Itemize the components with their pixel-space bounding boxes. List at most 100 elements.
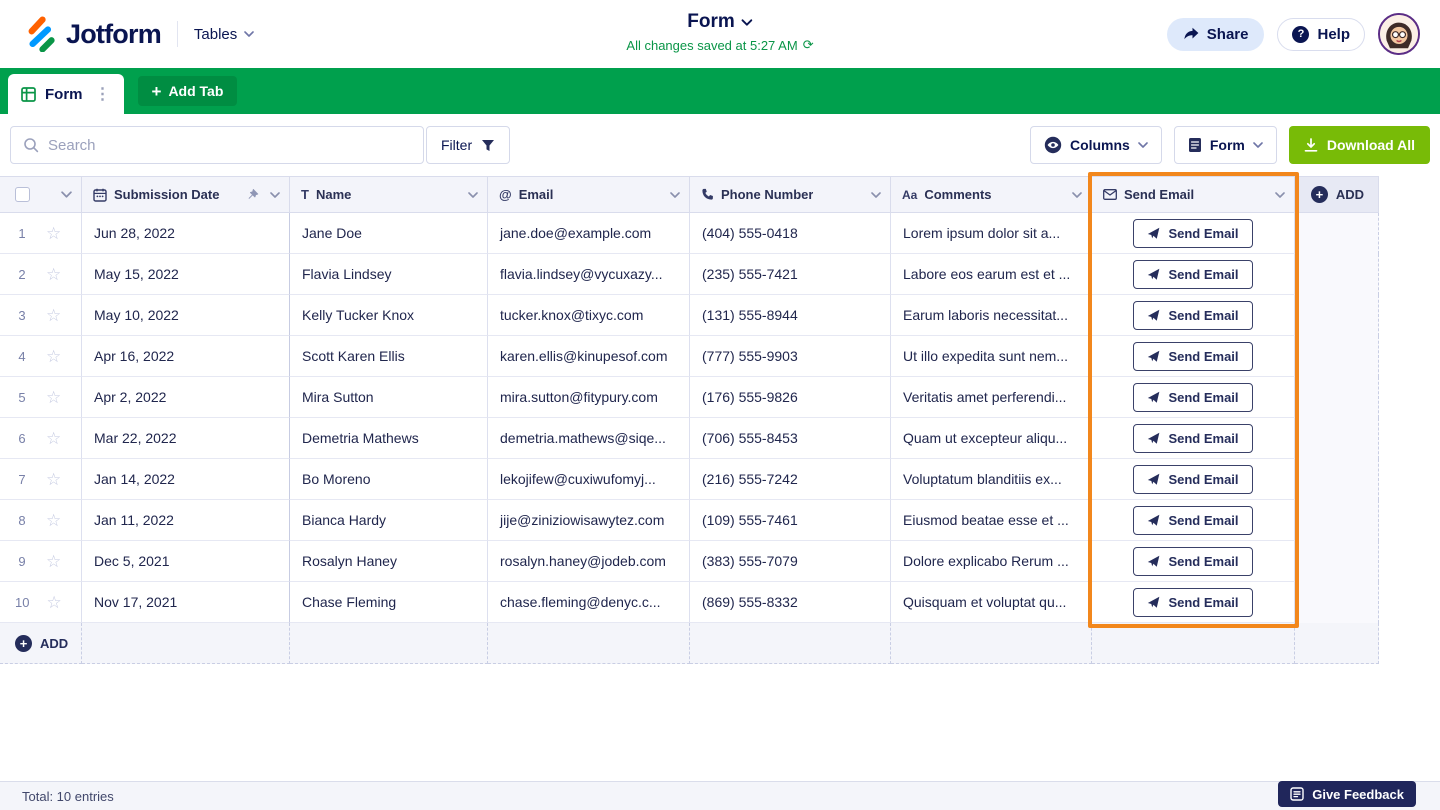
cell-submission-date[interactable]: Jun 28, 2022 <box>82 213 290 254</box>
document-title-dropdown[interactable]: Form <box>626 11 813 33</box>
cell-email[interactable]: jije@ziniziowisawytez.com <box>488 500 690 541</box>
cell-name[interactable]: Mira Sutton <box>290 377 488 418</box>
cell-phone[interactable]: (216) 555-7242 <box>690 459 891 500</box>
send-email-button[interactable]: Send Email <box>1133 219 1252 248</box>
cell-comments[interactable]: Quam ut excepteur aliqu... <box>891 418 1092 459</box>
send-email-button[interactable]: Send Email <box>1133 424 1252 453</box>
form-view-button[interactable]: Form <box>1174 126 1277 164</box>
cell-phone[interactable]: (109) 555-7461 <box>690 500 891 541</box>
search-box[interactable] <box>10 126 424 164</box>
cell-submission-date[interactable]: Dec 5, 2021 <box>82 541 290 582</box>
filter-button[interactable]: Filter <box>426 126 510 164</box>
cell-email[interactable]: lekojifew@cuxiwufomyj... <box>488 459 690 500</box>
send-email-button[interactable]: Send Email <box>1133 465 1252 494</box>
star-icon[interactable]: ☆ <box>46 389 61 406</box>
cell-phone[interactable]: (777) 555-9903 <box>690 336 891 377</box>
jotform-logo[interactable]: Jotform <box>20 16 161 52</box>
column-header-phone-number[interactable]: Phone Number <box>690 176 891 213</box>
star-icon[interactable]: ☆ <box>46 266 61 283</box>
star-icon[interactable]: ☆ <box>46 553 61 570</box>
cell-comments[interactable]: Ut illo expedita sunt nem... <box>891 336 1092 377</box>
star-icon[interactable]: ☆ <box>46 594 61 611</box>
cell-submission-date[interactable]: May 10, 2022 <box>82 295 290 336</box>
star-icon[interactable]: ☆ <box>46 512 61 529</box>
select-all-checkbox[interactable] <box>15 187 30 202</box>
columns-button[interactable]: Columns <box>1030 126 1162 164</box>
cell-phone[interactable]: (869) 555-8332 <box>690 582 891 623</box>
cell-email[interactable]: mira.sutton@fitypury.com <box>488 377 690 418</box>
cell-email[interactable]: flavia.lindsey@vycuxazy... <box>488 254 690 295</box>
cell-email[interactable]: jane.doe@example.com <box>488 213 690 254</box>
star-icon[interactable]: ☆ <box>46 430 61 447</box>
cell-comments[interactable]: Veritatis amet perferendi... <box>891 377 1092 418</box>
star-icon[interactable]: ☆ <box>46 225 61 242</box>
cell-name[interactable]: Bo Moreno <box>290 459 488 500</box>
cell-name[interactable]: Jane Doe <box>290 213 488 254</box>
chevron-down-icon[interactable] <box>670 192 680 198</box>
add-row-gutter[interactable]: + ADD <box>0 623 82 664</box>
chevron-down-icon[interactable] <box>61 191 72 198</box>
cell-submission-date[interactable]: Jan 14, 2022 <box>82 459 290 500</box>
share-button[interactable]: Share <box>1167 18 1265 51</box>
cell-email[interactable]: chase.fleming@denyc.c... <box>488 582 690 623</box>
cell-comments[interactable]: Labore eos earum est et ... <box>891 254 1092 295</box>
star-icon[interactable]: ☆ <box>46 348 61 365</box>
download-all-button[interactable]: Download All <box>1289 126 1430 164</box>
column-header-email[interactable]: @ Email <box>488 176 690 213</box>
send-email-button[interactable]: Send Email <box>1133 342 1252 371</box>
cell-name[interactable]: Flavia Lindsey <box>290 254 488 295</box>
cell-name[interactable]: Kelly Tucker Knox <box>290 295 488 336</box>
cell-submission-date[interactable]: Nov 17, 2021 <box>82 582 290 623</box>
cell-name[interactable]: Bianca Hardy <box>290 500 488 541</box>
cell-submission-date[interactable]: May 15, 2022 <box>82 254 290 295</box>
cell-email[interactable]: demetria.mathews@siqe... <box>488 418 690 459</box>
cell-phone[interactable]: (383) 555-7079 <box>690 541 891 582</box>
cell-email[interactable]: karen.ellis@kinupesof.com <box>488 336 690 377</box>
cell-submission-date[interactable]: Mar 22, 2022 <box>82 418 290 459</box>
cell-name[interactable]: Chase Fleming <box>290 582 488 623</box>
cell-phone[interactable]: (235) 555-7421 <box>690 254 891 295</box>
cell-comments[interactable]: Quisquam et voluptat qu... <box>891 582 1092 623</box>
send-email-button[interactable]: Send Email <box>1133 260 1252 289</box>
tab-options-icon[interactable]: ⋮ <box>92 84 114 104</box>
cell-name[interactable]: Demetria Mathews <box>290 418 488 459</box>
cell-phone[interactable]: (706) 555-8453 <box>690 418 891 459</box>
cell-email[interactable]: rosalyn.haney@jodeb.com <box>488 541 690 582</box>
send-email-button[interactable]: Send Email <box>1133 588 1252 617</box>
cell-comments[interactable]: Lorem ipsum dolor sit a... <box>891 213 1092 254</box>
send-email-button[interactable]: Send Email <box>1133 301 1252 330</box>
user-avatar[interactable] <box>1378 13 1420 55</box>
cell-comments[interactable]: Eiusmod beatae esse et ... <box>891 500 1092 541</box>
cell-comments[interactable]: Earum laboris necessitat... <box>891 295 1092 336</box>
search-input[interactable] <box>48 137 411 154</box>
cell-submission-date[interactable]: Jan 11, 2022 <box>82 500 290 541</box>
cell-comments[interactable]: Dolore explicabo Rerum ... <box>891 541 1092 582</box>
refresh-icon[interactable]: ⟳ <box>803 37 814 53</box>
tab-form[interactable]: Form ⋮ <box>8 74 124 114</box>
send-email-button[interactable]: Send Email <box>1133 506 1252 535</box>
cell-name[interactable]: Scott Karen Ellis <box>290 336 488 377</box>
star-icon[interactable]: ☆ <box>46 471 61 488</box>
add-column-button[interactable]: + ADD <box>1295 176 1379 213</box>
chevron-down-icon[interactable] <box>468 192 478 198</box>
help-button[interactable]: ? Help <box>1277 18 1365 51</box>
tables-dropdown[interactable]: Tables <box>194 26 254 43</box>
cell-phone[interactable]: (176) 555-9826 <box>690 377 891 418</box>
give-feedback-button[interactable]: Give Feedback <box>1278 781 1416 807</box>
send-email-button[interactable]: Send Email <box>1133 547 1252 576</box>
chevron-down-icon[interactable] <box>1072 192 1082 198</box>
add-row-button[interactable]: + ADD <box>15 635 68 652</box>
column-header-send-email[interactable]: Send Email <box>1092 176 1295 213</box>
chevron-down-icon[interactable] <box>1275 192 1285 198</box>
cell-submission-date[interactable]: Apr 2, 2022 <box>82 377 290 418</box>
chevron-down-icon[interactable] <box>270 192 280 198</box>
cell-name[interactable]: Rosalyn Haney <box>290 541 488 582</box>
cell-phone[interactable]: (404) 555-0418 <box>690 213 891 254</box>
send-email-button[interactable]: Send Email <box>1133 383 1252 412</box>
star-icon[interactable]: ☆ <box>46 307 61 324</box>
pin-icon[interactable] <box>247 189 259 201</box>
cell-phone[interactable]: (131) 555-8944 <box>690 295 891 336</box>
column-header-submission-date[interactable]: Submission Date <box>82 176 290 213</box>
add-tab-button[interactable]: + Add Tab <box>138 76 238 106</box>
cell-comments[interactable]: Voluptatum blanditiis ex... <box>891 459 1092 500</box>
